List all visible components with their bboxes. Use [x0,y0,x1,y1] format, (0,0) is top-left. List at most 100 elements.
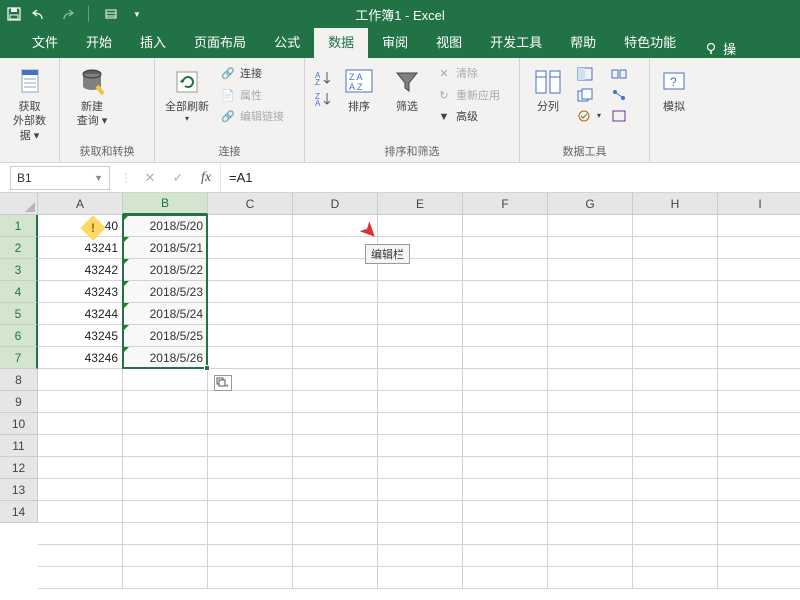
cell[interactable] [548,215,633,237]
col-header-D[interactable]: D [293,193,378,215]
cell[interactable] [463,281,548,303]
cell[interactable] [463,259,548,281]
data-model-button[interactable] [608,106,630,126]
tab-layout[interactable]: 页面布局 [180,26,260,58]
cell[interactable] [548,347,633,369]
row-header-9[interactable]: 9 [0,391,38,413]
cell[interactable] [293,523,378,545]
cell[interactable] [378,501,463,523]
cell[interactable] [548,281,633,303]
cell[interactable] [38,501,123,523]
cell[interactable] [548,523,633,545]
cell[interactable]: 43245 [38,325,123,347]
cell[interactable] [123,567,208,589]
autofill-options-button[interactable]: + [214,375,232,391]
cell[interactable] [718,567,800,589]
tab-insert[interactable]: 插入 [126,26,180,58]
cell[interactable] [293,567,378,589]
cell[interactable] [378,545,463,567]
tab-review[interactable]: 审阅 [368,26,422,58]
sort-button[interactable]: Z AA Z 排序 [337,62,381,118]
consolidate-button[interactable] [608,64,630,84]
cell[interactable] [633,435,718,457]
cell[interactable] [718,281,800,303]
cell[interactable] [718,413,800,435]
cell[interactable] [718,259,800,281]
cell[interactable] [38,413,123,435]
cell[interactable] [463,435,548,457]
col-header-H[interactable]: H [633,193,718,215]
qat-dropdown-icon[interactable]: ▼ [129,6,145,22]
cell[interactable] [718,479,800,501]
cell[interactable] [718,457,800,479]
cell[interactable]: 2018/5/23 [123,281,208,303]
formula-input[interactable]: =A1 [220,163,800,192]
cell[interactable] [378,523,463,545]
cell[interactable] [633,303,718,325]
cell[interactable] [463,303,548,325]
cell[interactable] [38,545,123,567]
cell[interactable]: 2018/5/25 [123,325,208,347]
cell[interactable] [633,391,718,413]
cell[interactable] [463,325,548,347]
cell[interactable]: 43244 [38,303,123,325]
col-header-G[interactable]: G [548,193,633,215]
cell[interactable] [293,501,378,523]
cell[interactable] [378,457,463,479]
tab-file[interactable]: 文件 [18,26,72,58]
cell[interactable] [633,479,718,501]
cell[interactable]: 43246 [38,347,123,369]
cell[interactable] [548,545,633,567]
col-header-A[interactable]: A [38,193,123,215]
cell[interactable]: 2018/5/26 [123,347,208,369]
cell[interactable] [208,237,293,259]
reapply-button[interactable]: ↻重新应用 [433,86,503,107]
confirm-formula-button[interactable]: ✓ [164,165,192,191]
col-header-B[interactable]: B [123,193,208,215]
cell[interactable] [633,567,718,589]
cell[interactable] [463,391,548,413]
remove-dup-button[interactable] [574,85,604,105]
cell[interactable] [208,479,293,501]
cell[interactable] [633,457,718,479]
tab-home[interactable]: 开始 [72,26,126,58]
row-header-12[interactable]: 12 [0,457,38,479]
cell[interactable] [208,545,293,567]
cell[interactable] [548,435,633,457]
cell[interactable] [378,347,463,369]
cell[interactable] [38,391,123,413]
col-header-C[interactable]: C [208,193,293,215]
cell[interactable]: 43243 [38,281,123,303]
fx-button[interactable]: fx [192,165,220,191]
cancel-formula-button[interactable]: ✕ [136,165,164,191]
cell[interactable] [208,501,293,523]
touch-mode-icon[interactable] [103,6,119,22]
cell[interactable] [293,413,378,435]
cell[interactable] [293,347,378,369]
cell[interactable] [718,391,800,413]
cell[interactable] [293,457,378,479]
cell[interactable] [718,501,800,523]
cell[interactable] [293,479,378,501]
cell[interactable] [293,435,378,457]
cell[interactable] [633,325,718,347]
cell[interactable] [208,281,293,303]
cell[interactable] [548,259,633,281]
cell[interactable] [208,391,293,413]
undo-icon[interactable] [32,6,48,22]
cell[interactable] [463,523,548,545]
cell[interactable] [463,215,548,237]
cell[interactable] [123,457,208,479]
cell[interactable] [208,457,293,479]
cell[interactable] [463,501,548,523]
cell[interactable] [208,523,293,545]
sort-desc-button[interactable]: ZA [311,89,333,109]
row-header-4[interactable]: 4 [0,281,38,303]
col-header-I[interactable]: I [718,193,800,215]
redo-icon[interactable] [58,6,74,22]
cell[interactable] [378,369,463,391]
relationships-button[interactable] [608,85,630,105]
cell[interactable] [293,369,378,391]
cell[interactable] [633,413,718,435]
cell[interactable] [718,237,800,259]
